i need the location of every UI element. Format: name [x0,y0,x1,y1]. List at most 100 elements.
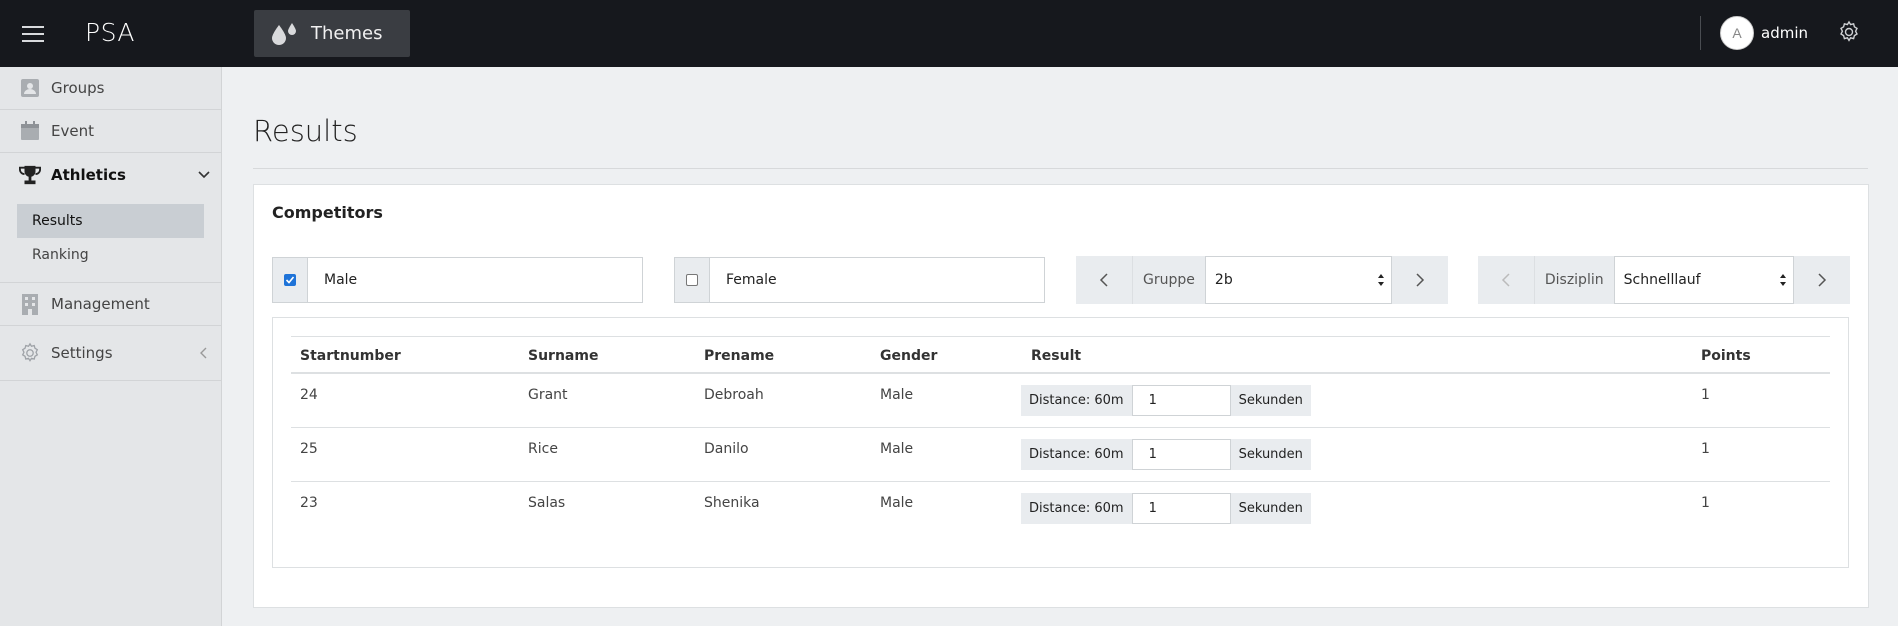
prename-cell: Danilo [704,441,749,457]
sidebar-item-athletics[interactable]: Athletics [0,153,221,196]
surname-cell: Rice [528,441,558,457]
chevron-left-icon [1099,273,1108,287]
column-header: Points [1701,348,1751,364]
prename-cell: Shenika [704,495,760,511]
building-icon [19,293,41,315]
column-header: Surname [528,348,599,364]
result-input-group: Distance: 60m Sekunden [1021,493,1311,524]
discipline-prev-button[interactable] [1478,256,1534,304]
gear-icon [19,342,41,364]
startnumber-cell: 25 [300,441,318,457]
chevron-left-icon [1501,273,1510,287]
results-table-container: Startnumber Surname Prename Gender Resul… [272,317,1849,568]
result-input-group: Distance: 60m Sekunden [1021,439,1311,470]
select-caret-icon [1377,274,1384,286]
group-prev-button[interactable] [1076,256,1132,304]
points-cell: 1 [1701,441,1710,457]
group-selector: Gruppe 2b [1076,256,1448,304]
chevron-left-icon [200,347,207,359]
discipline-label: Disziplin [1533,256,1614,304]
startnumber-cell: 23 [300,495,318,511]
column-header: Gender [880,348,938,364]
points-cell: 1 [1701,387,1710,403]
table-row: 24 Grant Debroah Male Distance: 60m Seku… [291,374,1830,428]
result-prefix: Distance: 60m [1021,385,1132,416]
avatar[interactable]: A [1720,16,1754,50]
chevron-right-icon [1416,273,1425,287]
sidebar-item-settings[interactable]: Settings [0,326,221,381]
result-prefix: Distance: 60m [1021,493,1132,524]
discipline-next-button[interactable] [1794,256,1850,304]
gender-cell: Male [880,441,914,457]
top-navbar: PSA Themes A admin [0,0,1898,67]
group-select[interactable]: 2b [1204,256,1392,304]
surname-cell: Salas [528,495,566,511]
discipline-value: Schnelllauf [1623,272,1701,288]
female-filter: Female [674,257,1045,303]
table-header: Startnumber Surname Prename Gender Resul… [291,336,1830,374]
male-checkbox-wrapper [273,258,308,302]
droplets-icon [272,22,296,45]
sidebar-item-label: Groups [51,79,105,97]
title-divider [253,168,1868,169]
select-caret-icon [1780,274,1787,286]
surname-cell: Grant [528,387,568,403]
table-row: 25 Rice Danilo Male Distance: 60m Sekund… [291,428,1830,482]
brand-logo[interactable]: PSA [85,18,135,47]
male-filter: Male [272,257,643,303]
sidebar: Groups Event Athletics Results Ranking M… [0,67,222,626]
sidebar-item-event[interactable]: Event [0,110,221,153]
column-header: Prename [704,348,775,364]
gear-icon[interactable] [1837,20,1861,44]
sidebar-item-management[interactable]: Management [0,283,221,326]
chevron-down-icon [198,170,210,178]
gender-cell: Male [880,495,914,511]
group-label: Gruppe [1132,256,1205,304]
discipline-selector: Disziplin Schnelllauf [1478,256,1850,304]
result-unit: Sekunden [1230,493,1311,524]
prename-cell: Debroah [704,387,764,403]
points-cell: 1 [1701,495,1710,511]
chevron-right-icon [1818,273,1827,287]
themes-button[interactable]: Themes [254,10,410,57]
hamburger-menu-icon[interactable] [22,26,44,42]
sidebar-subitem-results[interactable]: Results [17,204,204,238]
table-row: 23 Salas Shenika Male Distance: 60m Seku… [291,482,1830,536]
results-table: Startnumber Surname Prename Gender Resul… [291,336,1830,536]
sidebar-item-groups[interactable]: Groups [0,67,221,110]
sidebar-item-label: Athletics [51,165,126,184]
result-unit: Sekunden [1230,385,1311,416]
male-label: Male [324,272,358,288]
username-label[interactable]: admin [1761,24,1808,42]
column-header: Startnumber [300,348,401,364]
sidebar-item-label: Event [51,122,94,140]
gender-cell: Male [880,387,914,403]
page-title: Results [253,114,358,148]
column-header: Result [1031,348,1082,364]
group-next-button[interactable] [1392,256,1448,304]
athletics-submenu: Results Ranking [0,196,221,283]
card-title: Competitors [272,203,383,222]
groups-icon [19,77,41,99]
female-checkbox-wrapper [675,258,710,302]
startnumber-cell: 24 [300,387,318,403]
calendar-icon [19,120,41,142]
competitors-card: Competitors Male Female Gruppe 2b Diszip… [253,184,1869,608]
result-input[interactable] [1131,439,1231,470]
female-label: Female [726,272,777,288]
navbar-divider [1700,16,1701,50]
result-input[interactable] [1131,493,1231,524]
result-input-group: Distance: 60m Sekunden [1021,385,1311,416]
result-prefix: Distance: 60m [1021,439,1132,470]
group-value: 2b [1214,272,1233,288]
sidebar-item-label: Management [51,295,150,313]
male-checkbox[interactable] [284,274,296,286]
sidebar-subitem-ranking[interactable]: Ranking [17,238,204,272]
discipline-select[interactable]: Schnelllauf [1613,256,1795,304]
female-checkbox[interactable] [686,274,698,286]
sidebar-item-label: Settings [51,344,113,362]
trophy-icon [19,164,41,186]
checkmark-icon [285,276,295,284]
result-input[interactable] [1131,385,1231,416]
themes-label: Themes [311,23,383,44]
